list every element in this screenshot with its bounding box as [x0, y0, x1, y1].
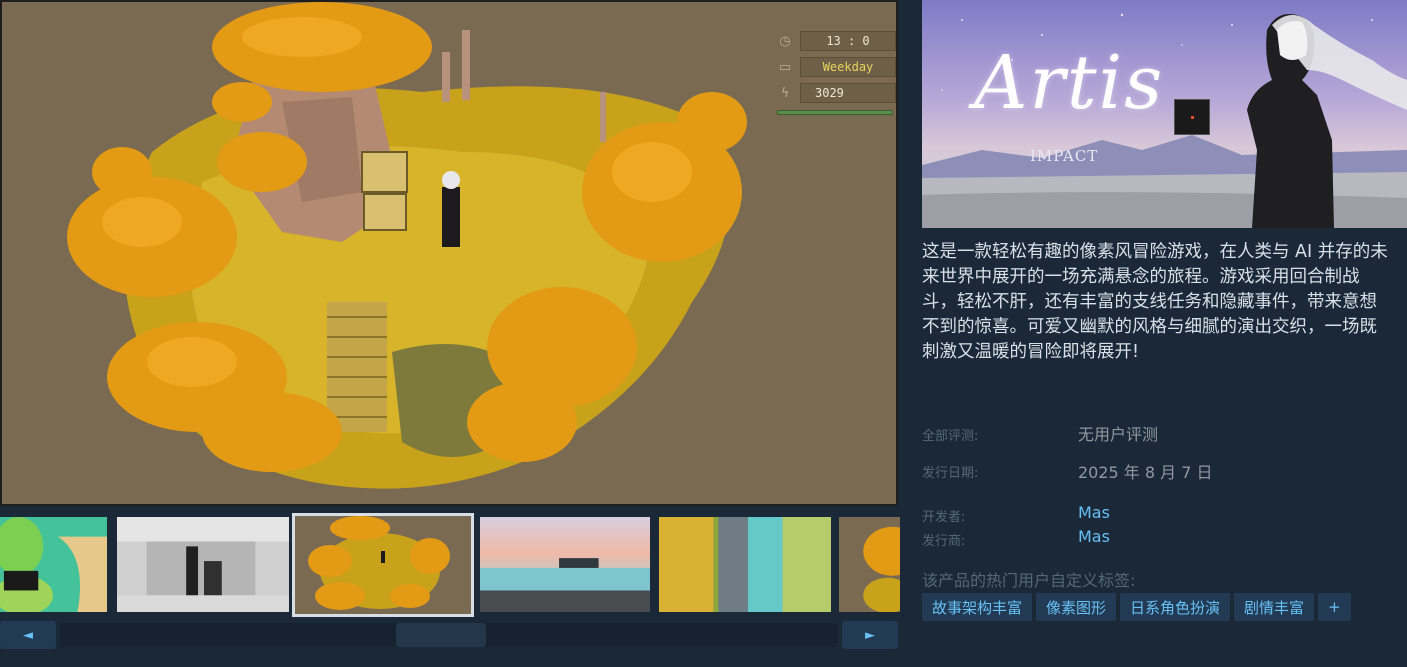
release-date-value: 2025 年 8 月 7 日	[1078, 463, 1213, 482]
thumbnail-6[interactable]	[838, 516, 900, 613]
tag-pixel-graphics[interactable]: 像素图形	[1036, 593, 1117, 621]
main-screenshot[interactable]: ◷ 13 : 0 ▭ Weekday ϟ 3029	[0, 0, 898, 506]
media-gallery: ◷ 13 : 0 ▭ Weekday ϟ 3029 ◄ ►	[0, 0, 900, 667]
reviews-label: 全部评测:	[922, 429, 979, 444]
thumbnail-4[interactable]	[479, 516, 651, 613]
pixel-art-scene	[2, 2, 896, 504]
thumbnail-1[interactable]	[0, 516, 108, 613]
calendar-icon: ▭	[778, 59, 792, 75]
hud-day-row: ▭ Weekday	[774, 56, 896, 78]
hud-money: 3029	[800, 83, 896, 103]
thumbnail-5[interactable]	[658, 516, 832, 613]
game-description: 这是一款轻松有趣的像素风冒险游戏，在人类与 AI 并存的未来世界中展开的一场充满…	[922, 242, 1388, 362]
scroll-right-button[interactable]: ►	[842, 621, 898, 649]
tag-story-rich[interactable]: 故事架构丰富	[922, 593, 1033, 621]
hud-money-row: ϟ 3029	[774, 82, 896, 104]
developer-link[interactable]: Mas	[1078, 503, 1110, 522]
developer-label: 开发者:	[922, 510, 966, 525]
publisher-label: 发行商:	[922, 534, 966, 549]
capsule-logo-square	[1174, 99, 1210, 135]
clock-icon: ◷	[779, 33, 791, 49]
tag-jrpg[interactable]: 日系角色扮演	[1120, 593, 1231, 621]
tag-more-button[interactable]: +	[1318, 593, 1351, 621]
money-icon: ϟ	[780, 85, 790, 101]
publisher-link[interactable]: Mas	[1078, 527, 1110, 546]
hud-day: Weekday	[800, 57, 896, 77]
thumbnail-scrollbar[interactable]: ◄ ►	[0, 621, 900, 649]
capsule-subtitle: IMPACT	[1030, 147, 1099, 165]
scroll-thumb[interactable]	[396, 623, 486, 647]
hud-time-row: ◷ 13 : 0	[774, 30, 896, 52]
hud-progress-bar	[777, 110, 893, 115]
capsule-title: Artis	[974, 40, 1165, 126]
header-capsule-image: Artis IMPACT	[922, 0, 1407, 228]
scroll-left-button[interactable]: ◄	[0, 621, 56, 649]
scroll-track[interactable]	[60, 623, 838, 647]
thumbnail-2[interactable]	[116, 516, 290, 613]
reviews-value: 无用户评测	[1078, 425, 1159, 444]
thumbnail-strip	[0, 513, 900, 617]
release-date-label: 发行日期:	[922, 466, 979, 481]
tags-heading: 该产品的热门用户自定义标签:	[922, 571, 1136, 590]
game-info-panel: Artis IMPACT 这是一款轻松有趣的像素风冒险游戏，在人类与 AI 并存…	[922, 0, 1407, 667]
thumbnail-3[interactable]	[292, 513, 474, 617]
tag-list: 故事架构丰富 像素图形 日系角色扮演 剧情丰富 +	[922, 593, 1351, 621]
tag-rich-plot[interactable]: 剧情丰富	[1234, 593, 1315, 621]
hud-time: 13 : 0	[800, 31, 896, 51]
